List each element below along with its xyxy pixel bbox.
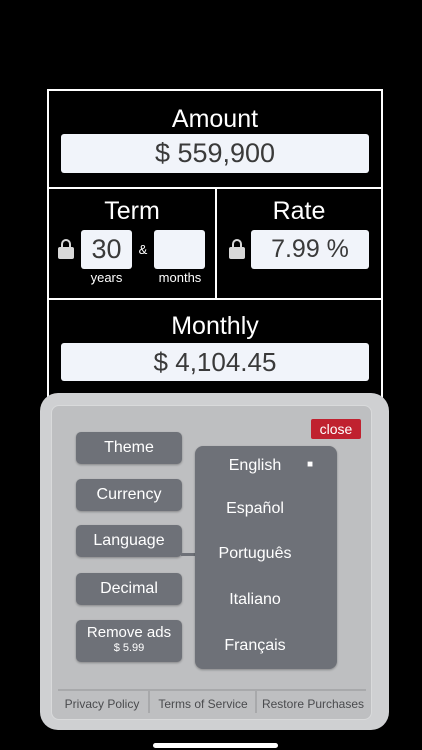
close-button[interactable]: close [311, 419, 361, 439]
language-list: English ■ Español Português Italiano Fra… [195, 446, 337, 669]
home-indicator [153, 743, 278, 748]
settings-panel: close Theme Currency Language Decimal Re… [40, 393, 389, 730]
currency-button[interactable]: Currency [76, 479, 182, 511]
remove-ads-price: $ 5.99 [113, 642, 145, 654]
selected-indicator: ■ [307, 459, 314, 470]
language-option-portugues[interactable]: Português [195, 545, 315, 563]
ampersand-label: & [138, 242, 148, 257]
language-option-english[interactable]: English [195, 457, 315, 475]
lock-icon[interactable] [229, 239, 245, 259]
years-field[interactable]: 30 [81, 230, 132, 269]
language-option-italiano[interactable]: Italiano [195, 591, 315, 609]
rate-field[interactable]: 7.99 % [251, 230, 369, 269]
remove-ads-button[interactable]: Remove ads $ 5.99 [76, 620, 182, 662]
language-option-espanol[interactable]: Español [195, 500, 315, 518]
term-title: Term [104, 197, 160, 225]
language-option-francais[interactable]: Français [195, 637, 315, 655]
theme-button[interactable]: Theme [76, 432, 182, 464]
months-label: months [158, 270, 202, 285]
language-button[interactable]: Language [76, 525, 182, 557]
divider [255, 691, 257, 713]
privacy-policy-link[interactable]: Privacy Policy [58, 697, 146, 711]
divider [49, 298, 381, 300]
years-label: years [90, 270, 123, 285]
amount-title: Amount [171, 105, 259, 133]
months-field[interactable] [154, 230, 205, 269]
settings-inner: close Theme Currency Language Decimal Re… [51, 405, 372, 720]
language-connector [181, 553, 196, 556]
rate-title: Rate [272, 197, 326, 225]
lock-icon[interactable] [58, 239, 74, 259]
footer-links: Privacy Policy Terms of Service Restore … [58, 689, 366, 721]
restore-purchases-link[interactable]: Restore Purchases [258, 697, 368, 711]
monthly-title: Monthly [171, 312, 259, 340]
terms-of-service-link[interactable]: Terms of Service [151, 697, 255, 711]
calculator-grid: Amount $ 559,900 Term 30 & years months … [47, 89, 383, 399]
monthly-field: $ 4,104.45 [61, 343, 369, 381]
decimal-button[interactable]: Decimal [76, 573, 182, 605]
divider [148, 691, 150, 713]
amount-field[interactable]: $ 559,900 [61, 134, 369, 173]
remove-ads-label: Remove ads [86, 624, 172, 641]
